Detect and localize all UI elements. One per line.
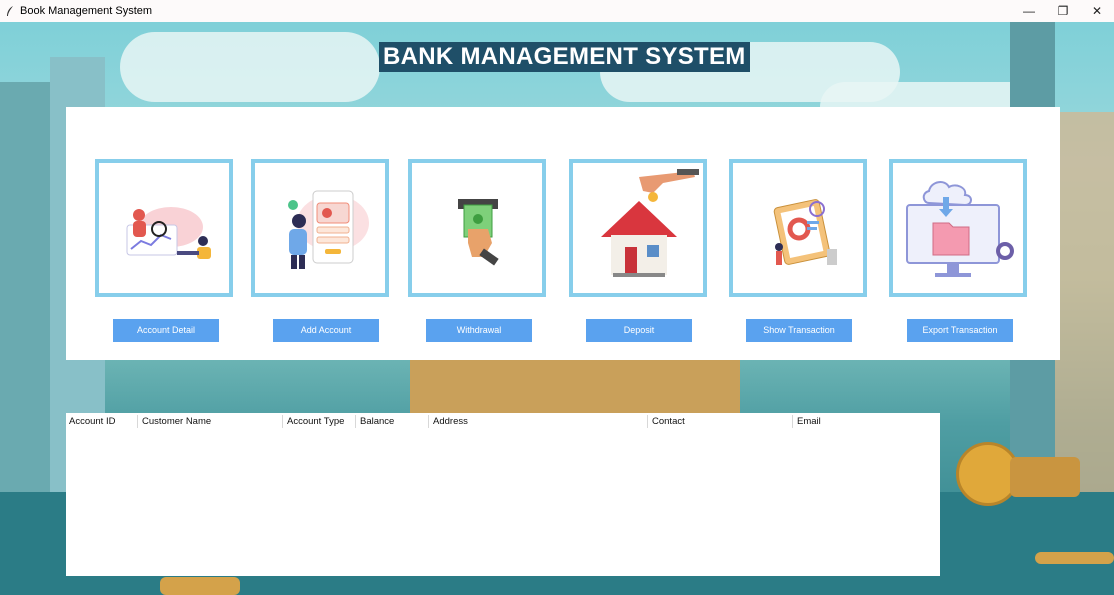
account-detail-card[interactable] bbox=[95, 159, 233, 297]
add-profile-icon bbox=[288, 190, 369, 269]
column-header-contact[interactable]: Contact bbox=[652, 416, 685, 429]
add-account-button[interactable]: Add Account bbox=[273, 319, 379, 342]
withdrawal-button[interactable]: Withdrawal bbox=[426, 319, 532, 342]
actions-panel: Account Detail Add Account Withdrawal De… bbox=[66, 107, 1060, 360]
close-icon[interactable]: ✕ bbox=[1080, 0, 1114, 22]
minimize-icon[interactable]: — bbox=[1012, 0, 1046, 22]
table-body[interactable] bbox=[66, 429, 940, 576]
table-header: Account ID Customer Name Account Type Ba… bbox=[66, 413, 940, 429]
window-titlebar: Book Management System — ❐ ✕ bbox=[0, 0, 1114, 22]
window-title: Book Management System bbox=[20, 5, 153, 17]
cash-hand-icon bbox=[458, 199, 499, 266]
column-header-address[interactable]: Address bbox=[433, 416, 468, 429]
show-transaction-card[interactable] bbox=[729, 159, 867, 297]
deposit-card[interactable] bbox=[569, 159, 707, 297]
clipboard-report-icon bbox=[773, 199, 837, 265]
house-coin-icon bbox=[601, 169, 699, 277]
account-detail-button[interactable]: Account Detail bbox=[113, 319, 219, 342]
column-header-customer-name[interactable]: Customer Name bbox=[142, 416, 211, 429]
column-header-account-type[interactable]: Account Type bbox=[287, 416, 344, 429]
column-header-balance[interactable]: Balance bbox=[360, 416, 394, 429]
column-header-email[interactable]: Email bbox=[797, 416, 821, 429]
deposit-button[interactable]: Deposit bbox=[586, 319, 692, 342]
show-transaction-button[interactable]: Show Transaction bbox=[746, 319, 852, 342]
column-header-account-id[interactable]: Account ID bbox=[69, 416, 115, 429]
add-account-card[interactable] bbox=[251, 159, 389, 297]
feather-icon bbox=[7, 6, 13, 16]
export-transaction-card[interactable] bbox=[889, 159, 1027, 297]
export-transaction-button[interactable]: Export Transaction bbox=[907, 319, 1013, 342]
page-title: BANK MANAGEMENT SYSTEM bbox=[379, 42, 750, 72]
accounts-table: Account ID Customer Name Account Type Ba… bbox=[66, 413, 940, 576]
restore-icon[interactable]: ❐ bbox=[1046, 0, 1080, 22]
analytics-person-icon bbox=[126, 207, 211, 259]
cloud-export-icon bbox=[906, 181, 1014, 277]
withdrawal-card[interactable] bbox=[408, 159, 546, 297]
